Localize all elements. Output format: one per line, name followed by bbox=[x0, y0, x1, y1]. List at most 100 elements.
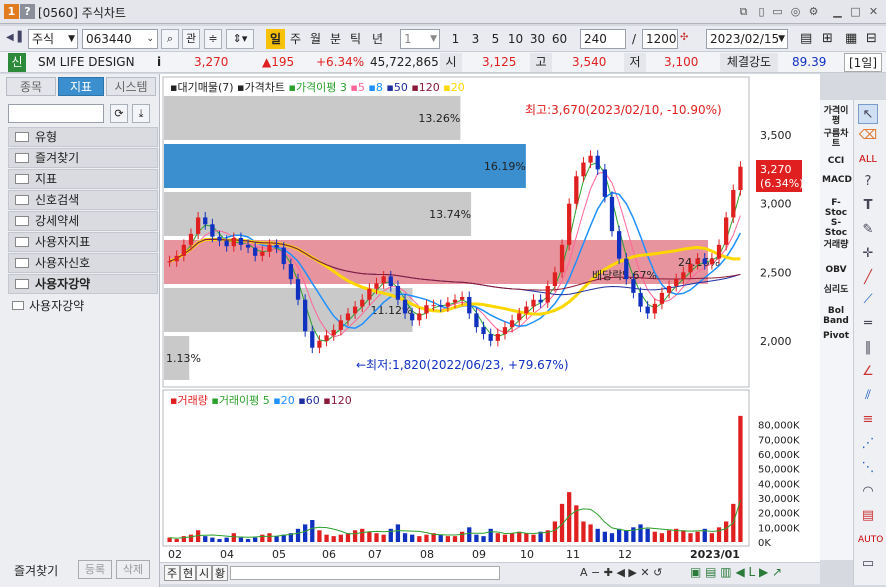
shortcut-price-ma[interactable]: 가격이평 bbox=[822, 106, 850, 126]
vertical-line-icon[interactable]: ‖ bbox=[858, 338, 878, 358]
channel-icon[interactable]: ⫽ bbox=[858, 386, 878, 406]
interval-select[interactable]: 1 ▼ bbox=[400, 29, 440, 49]
date-input[interactable]: 2023/02/15 ▼ bbox=[706, 29, 788, 49]
tree-item-user-strength[interactable]: 사용자강약 bbox=[8, 274, 158, 294]
minute-1[interactable]: 1 bbox=[446, 29, 465, 49]
layout-icon[interactable]: ⊟ bbox=[866, 31, 877, 46]
gann-icon[interactable]: ⋰ bbox=[858, 434, 878, 454]
period-day[interactable]: 일 bbox=[266, 29, 285, 49]
delete-all-icon[interactable]: ALL bbox=[858, 150, 878, 170]
candle-body bbox=[481, 327, 486, 334]
chart-svg[interactable]: ▪대기매물(7) ▪가격차트 ▪가격이평 3 ▪5 ▪8 ▪50 ▪120 ▪2… bbox=[160, 74, 820, 562]
period-week[interactable]: 주 bbox=[286, 29, 305, 49]
period-month[interactable]: 월 bbox=[306, 29, 325, 49]
period-year[interactable]: 년 bbox=[368, 29, 387, 49]
minute-10[interactable]: 10 bbox=[506, 29, 525, 49]
indicator-search-input[interactable] bbox=[8, 104, 104, 123]
count-input[interactable]: 240 bbox=[580, 29, 626, 49]
camera-icon[interactable]: ◎ bbox=[788, 4, 803, 19]
search-icon[interactable]: ⌕ bbox=[161, 29, 179, 49]
angle-line-icon[interactable]: ∠ bbox=[858, 362, 878, 382]
shortcut-bollinger[interactable]: Bol Band bbox=[822, 306, 850, 326]
tab-main[interactable]: 주 bbox=[164, 565, 181, 581]
close-icon[interactable]: ✕ bbox=[866, 4, 881, 19]
link-icon[interactable]: ▯ bbox=[754, 4, 769, 19]
tree-item-user-signals[interactable]: 사용자신호 bbox=[8, 253, 158, 273]
shortcut-macd[interactable]: MACD bbox=[822, 175, 852, 185]
trendline-icon[interactable]: ⟋ bbox=[858, 290, 878, 310]
tab-indicators[interactable]: 지표 bbox=[58, 77, 104, 96]
step-icon[interactable]: ⇕▾ bbox=[226, 29, 254, 49]
tree-subitem-user-strength[interactable]: 사용자강약 bbox=[12, 297, 84, 314]
period-tick[interactable]: 틱 bbox=[346, 29, 365, 49]
auto-icon[interactable]: AUTO bbox=[858, 530, 883, 550]
print-icon[interactable]: ▭ bbox=[770, 4, 785, 19]
zoom-controls[interactable]: A − ✚ ◀ ▶ ✕ ↺ bbox=[580, 566, 662, 579]
info-icon[interactable]: i bbox=[157, 53, 161, 72]
print-icon[interactable]: ▤ bbox=[800, 31, 812, 46]
arc-icon[interactable]: ◠ bbox=[858, 482, 878, 502]
shortcut-cloud-chart[interactable]: 구름차트 bbox=[822, 129, 850, 149]
restore-icon[interactable]: ⧉ bbox=[736, 4, 751, 19]
tab-stocks[interactable]: 종목 bbox=[6, 77, 56, 96]
settings-icon[interactable]: ⚙ bbox=[806, 4, 821, 19]
shortcut-obv[interactable]: OBV bbox=[822, 265, 850, 275]
candle-body bbox=[267, 244, 272, 252]
candle-body bbox=[210, 224, 215, 237]
period-minute[interactable]: 분 bbox=[326, 29, 345, 49]
minimize-icon[interactable]: ▁ bbox=[830, 4, 845, 19]
tree-item-strength[interactable]: 강세약세 bbox=[8, 211, 158, 231]
download-icon[interactable]: ⤓ bbox=[132, 104, 150, 123]
minute-5[interactable]: 5 bbox=[486, 29, 505, 49]
minute-30[interactable]: 30 bbox=[528, 29, 547, 49]
fibonacci-icon[interactable]: ≡ bbox=[858, 410, 878, 430]
tree-item-type[interactable]: 유형 bbox=[8, 127, 158, 147]
eraser-icon[interactable]: ⌫ bbox=[858, 126, 878, 146]
refresh-icon[interactable]: ✣ bbox=[680, 32, 688, 43]
max-input[interactable]: 1200 bbox=[642, 29, 678, 49]
tab-time[interactable]: 시 bbox=[196, 565, 213, 581]
tab-system[interactable]: 시스템 bbox=[106, 77, 156, 96]
delete-button[interactable]: 삭제 bbox=[116, 560, 150, 579]
code-input[interactable]: 063440 ⌄ bbox=[82, 29, 158, 49]
help-icon[interactable]: ? bbox=[20, 4, 35, 19]
horizontal-scrollbar[interactable] bbox=[230, 566, 500, 580]
export-icons[interactable]: ▣ ▤ ▥ ◀ L ▶ ↗ bbox=[690, 565, 782, 579]
arrow-left-icon[interactable]: ◀▐ bbox=[6, 32, 21, 43]
shortcut-psychology[interactable]: 심리도 bbox=[822, 285, 850, 295]
minute-60[interactable]: 60 bbox=[550, 29, 569, 49]
chart-area[interactable]: ▪대기매물(7) ▪가격차트 ▪가격이평 3 ▪5 ▪8 ▪50 ▪120 ▪2… bbox=[160, 74, 820, 584]
minute-3[interactable]: 3 bbox=[466, 29, 485, 49]
tree-item-signal-search[interactable]: 신호검색 bbox=[8, 190, 158, 210]
shortcut-volume[interactable]: 거래량 bbox=[822, 240, 850, 250]
speed-line-icon[interactable]: ⋱ bbox=[858, 458, 878, 478]
maximize-icon[interactable]: □ bbox=[848, 4, 863, 19]
sort-icon[interactable]: ≑ bbox=[204, 29, 222, 49]
tree-item-favorites[interactable]: 즐겨찾기 bbox=[8, 148, 158, 168]
refresh-icon[interactable]: ⟳ bbox=[110, 104, 128, 123]
line-icon[interactable]: ╱ bbox=[858, 268, 878, 288]
text-tool-icon[interactable]: T bbox=[858, 196, 878, 216]
grid-icon[interactable]: ▤ bbox=[858, 506, 878, 526]
lookup-button[interactable]: 관 bbox=[182, 29, 200, 49]
tree-item-user-indicators[interactable]: 사용자지표 bbox=[8, 232, 158, 252]
save-icon[interactable]: ▦ bbox=[845, 31, 857, 46]
market-select[interactable]: 주식 ▼ bbox=[28, 29, 78, 49]
shortcut-pivot[interactable]: Pivot bbox=[822, 331, 850, 341]
pencil-icon[interactable]: ✎ bbox=[858, 220, 878, 240]
register-button[interactable]: 등록 bbox=[78, 560, 112, 579]
cross-icon[interactable]: ✛ bbox=[858, 244, 878, 264]
chart-tools-icon[interactable]: ⊞ bbox=[822, 31, 833, 46]
shortcut-s-stoc[interactable]: S-Stoc bbox=[822, 218, 850, 238]
tree-item-indicators[interactable]: 지표 bbox=[8, 169, 158, 189]
shortcut-f-stoc[interactable]: F-Stoc bbox=[822, 198, 850, 218]
window-icon[interactable]: ▭ bbox=[858, 554, 878, 574]
horizontal-line-icon[interactable]: ═ bbox=[858, 314, 878, 334]
tab-status[interactable]: 황 bbox=[212, 565, 229, 581]
help-tool-icon[interactable]: ? bbox=[858, 172, 878, 192]
favorites-button[interactable]: 즐겨찾기 bbox=[14, 562, 58, 579]
tab-current[interactable]: 현 bbox=[180, 565, 197, 581]
shortcut-cci[interactable]: CCI bbox=[822, 156, 850, 166]
cursor-icon[interactable]: ↖ bbox=[858, 104, 878, 124]
volume-bar bbox=[303, 524, 308, 542]
